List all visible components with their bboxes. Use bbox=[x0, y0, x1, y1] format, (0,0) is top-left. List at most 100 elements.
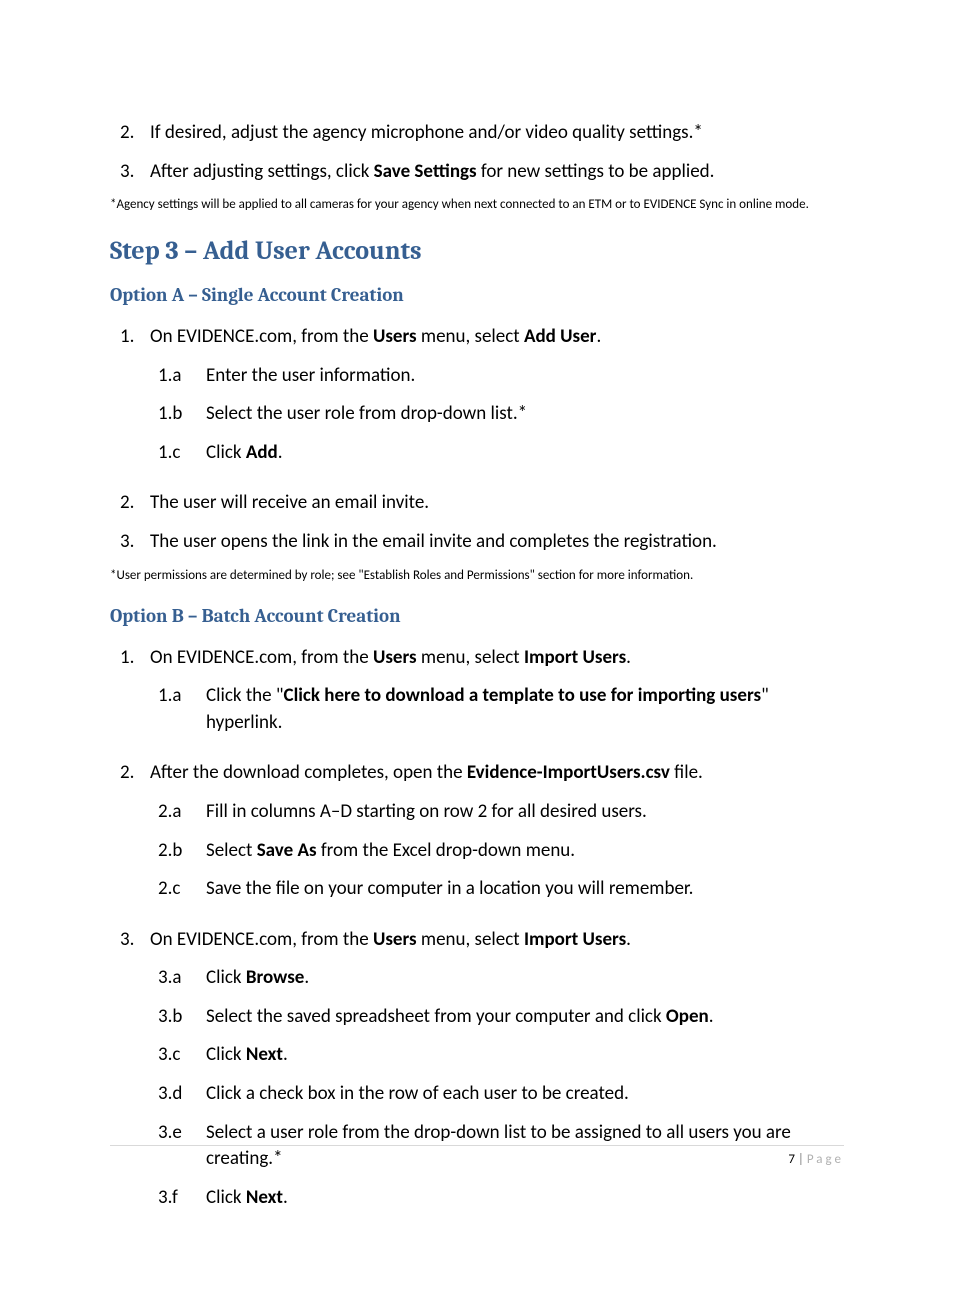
list-body: On EVIDENCE.com, from the Users menu, se… bbox=[150, 645, 844, 749]
sub-list-item: 3.b Select the saved spreadsheet from yo… bbox=[158, 1004, 844, 1031]
sub-number: 3.d bbox=[158, 1081, 206, 1108]
page-footer: 7 | Page bbox=[110, 1145, 844, 1167]
list-number: 2. bbox=[110, 760, 150, 914]
bold-text: Add User bbox=[524, 325, 597, 348]
sub-number: 1.b bbox=[158, 401, 206, 428]
sub-number: 1.a bbox=[158, 683, 206, 736]
sub-number: 3.c bbox=[158, 1042, 206, 1069]
bold-text: Users bbox=[373, 646, 417, 669]
list-number: 3. bbox=[110, 529, 150, 556]
list-item: 3. The user opens the link in the email … bbox=[110, 529, 844, 556]
bold-text: Save Settings bbox=[374, 160, 477, 183]
bold-text: Add bbox=[246, 441, 278, 464]
sub-list-item: 1.a Enter the user information. bbox=[158, 363, 844, 390]
list-number: 3. bbox=[110, 927, 150, 1224]
sub-body: Enter the user information. bbox=[206, 363, 844, 390]
text: Select bbox=[206, 839, 257, 862]
text: Select the saved spreadsheet from your c… bbox=[206, 1005, 666, 1028]
sub-number: 3.a bbox=[158, 965, 206, 992]
list-number: 2. bbox=[110, 490, 150, 517]
list-body: After the download completes, open the E… bbox=[150, 760, 844, 914]
sub-number: 2.b bbox=[158, 838, 206, 865]
sub-list-item: 3.c Click Next. bbox=[158, 1042, 844, 1069]
step-heading: Step 3 – Add User Accounts bbox=[110, 236, 844, 266]
sub-list-item: 2.b Select Save As from the Excel drop-d… bbox=[158, 838, 844, 865]
list-item: 3. After adjusting settings, click Save … bbox=[110, 159, 844, 186]
list-body: After adjusting settings, click Save Set… bbox=[150, 159, 844, 186]
sub-number: 2.a bbox=[158, 799, 206, 826]
text: from the Excel drop-down menu. bbox=[317, 839, 576, 862]
bold-text: Open bbox=[666, 1005, 709, 1028]
bold-text: Import Users bbox=[524, 646, 626, 669]
document-page: 2. If desired, adjust the agency microph… bbox=[0, 0, 954, 1295]
footer-label: Page bbox=[807, 1152, 844, 1167]
list-item: 2. The user will receive an email invite… bbox=[110, 490, 844, 517]
footer-sep: | bbox=[795, 1152, 807, 1167]
list-number: 1. bbox=[110, 645, 150, 749]
bold-text: Next bbox=[246, 1186, 283, 1209]
text: . bbox=[304, 966, 309, 989]
sub-body: Select Save As from the Excel drop-down … bbox=[206, 838, 844, 865]
sub-list-item: 3.d Click a check box in the row of each… bbox=[158, 1081, 844, 1108]
bold-text: Evidence-ImportUsers.csv bbox=[467, 761, 670, 784]
list-number: 2. bbox=[110, 120, 150, 147]
bold-text: Next bbox=[246, 1043, 283, 1066]
list-body: The user will receive an email invite. bbox=[150, 490, 844, 517]
text: On EVIDENCE.com, from the bbox=[150, 928, 373, 951]
text: On EVIDENCE.com, from the bbox=[150, 325, 373, 348]
sub-body: Save the file on your computer in a loca… bbox=[206, 876, 844, 903]
bold-text: Click here to download a template to use… bbox=[284, 684, 762, 707]
sub-body: Click the "Click here to download a temp… bbox=[206, 683, 844, 736]
sub-body: Click Next. bbox=[206, 1042, 844, 1069]
sub-list-item: 3.f Click Next. bbox=[158, 1185, 844, 1212]
text: . bbox=[278, 441, 283, 464]
list-item: 1. On EVIDENCE.com, from the Users menu,… bbox=[110, 324, 844, 478]
bold-text: Users bbox=[373, 928, 417, 951]
bold-text: Users bbox=[373, 325, 417, 348]
list-body: On EVIDENCE.com, from the Users menu, se… bbox=[150, 927, 844, 1224]
sub-body: Select the saved spreadsheet from your c… bbox=[206, 1004, 844, 1031]
sub-body: Click Next. bbox=[206, 1185, 844, 1212]
list-item: 2. After the download completes, open th… bbox=[110, 760, 844, 914]
text: Click bbox=[206, 966, 246, 989]
sub-body: Click Add. bbox=[206, 440, 844, 467]
sub-list-item: 1.a Click the "Click here to download a … bbox=[158, 683, 844, 736]
sub-body: Click a check box in the row of each use… bbox=[206, 1081, 844, 1108]
sub-list-item: 3.a Click Browse. bbox=[158, 965, 844, 992]
text: file. bbox=[670, 761, 703, 784]
text: Click bbox=[206, 1186, 246, 1209]
list-body: If desired, adjust the agency microphone… bbox=[150, 120, 844, 147]
sub-number: 3.b bbox=[158, 1004, 206, 1031]
text: menu, select bbox=[417, 325, 524, 348]
sub-body: Click Browse. bbox=[206, 965, 844, 992]
option-a-heading: Option A – Single Account Creation bbox=[110, 284, 844, 306]
option-b-heading: Option B – Batch Account Creation bbox=[110, 605, 844, 627]
text: . bbox=[626, 646, 631, 669]
footnote: *User permissions are determined by role… bbox=[110, 568, 844, 585]
sub-list-item: 1.c Click Add. bbox=[158, 440, 844, 467]
sub-number: 1.c bbox=[158, 440, 206, 467]
text: menu, select bbox=[417, 928, 524, 951]
bold-text: Browse bbox=[246, 966, 305, 989]
list-body: The user opens the link in the email inv… bbox=[150, 529, 844, 556]
text: Click the " bbox=[206, 684, 284, 707]
sub-number: 2.c bbox=[158, 876, 206, 903]
list-item: 2. If desired, adjust the agency microph… bbox=[110, 120, 844, 147]
page-number: 7 bbox=[788, 1152, 795, 1167]
text: . bbox=[283, 1186, 288, 1209]
text: Click bbox=[206, 441, 246, 464]
text: . bbox=[283, 1043, 288, 1066]
sub-number: 3.f bbox=[158, 1185, 206, 1212]
bold-text: Save As bbox=[257, 839, 317, 862]
footnote: *Agency settings will be applied to all … bbox=[110, 197, 844, 214]
list-item: 1. On EVIDENCE.com, from the Users menu,… bbox=[110, 645, 844, 749]
text: . bbox=[709, 1005, 714, 1028]
sub-list-item: 2.a Fill in columns A–D starting on row … bbox=[158, 799, 844, 826]
text: After the download completes, open the bbox=[150, 761, 467, 784]
list-item: 3. On EVIDENCE.com, from the Users menu,… bbox=[110, 927, 844, 1224]
sub-list-item: 1.b Select the user role from drop-down … bbox=[158, 401, 844, 428]
sub-body: Fill in columns A–D starting on row 2 fo… bbox=[206, 799, 844, 826]
text: . bbox=[626, 928, 631, 951]
text: After adjusting settings, click bbox=[150, 160, 374, 183]
text: for new settings to be applied. bbox=[477, 160, 715, 183]
